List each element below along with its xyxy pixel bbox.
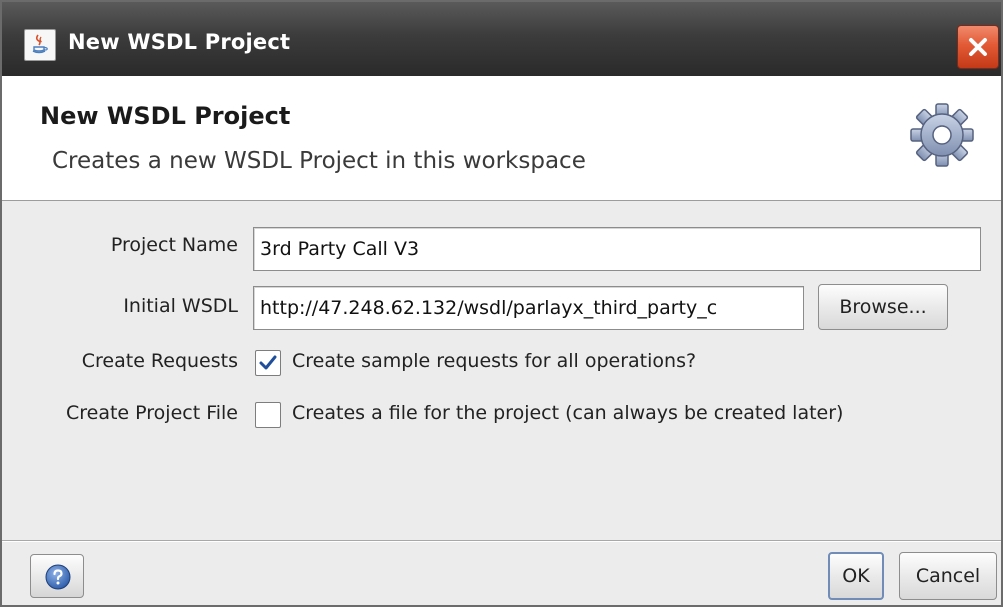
gear-icon — [907, 100, 977, 170]
header-description: Creates a new WSDL Project in this works… — [52, 148, 586, 174]
create-requests-checkbox[interactable] — [255, 350, 281, 376]
create-project-file-checkbox[interactable] — [255, 402, 281, 428]
footer-divider-highlight — [2, 541, 1001, 542]
close-icon — [969, 38, 987, 56]
project-name-label: Project Name — [110, 234, 238, 256]
create-requests-label: Create Requests — [81, 350, 238, 372]
new-wsdl-project-dialog: New WSDL Project New WSDL Project Create… — [0, 0, 1003, 607]
dialog-header: New WSDL Project Creates a new WSDL Proj… — [2, 76, 1001, 201]
browse-button[interactable]: Browse... — [818, 284, 948, 330]
window-title: New WSDL Project — [68, 30, 291, 54]
ok-button[interactable]: OK — [828, 552, 884, 600]
create-project-file-text: Creates a file for the project (can alwa… — [292, 402, 844, 424]
help-button[interactable] — [30, 554, 84, 598]
close-button[interactable] — [957, 25, 999, 69]
create-project-file-label: Create Project File — [65, 402, 238, 424]
project-name-input[interactable] — [253, 227, 981, 271]
java-app-icon — [24, 29, 56, 61]
initial-wsdl-label: Initial WSDL — [123, 295, 238, 317]
cancel-button[interactable]: Cancel — [899, 552, 997, 600]
title-bar[interactable]: New WSDL Project — [2, 2, 1001, 76]
create-requests-text: Create sample requests for all operation… — [292, 350, 697, 372]
checkmark-icon — [259, 355, 277, 370]
initial-wsdl-input[interactable] — [253, 286, 804, 330]
help-icon — [45, 564, 71, 590]
header-title: New WSDL Project — [40, 102, 291, 130]
